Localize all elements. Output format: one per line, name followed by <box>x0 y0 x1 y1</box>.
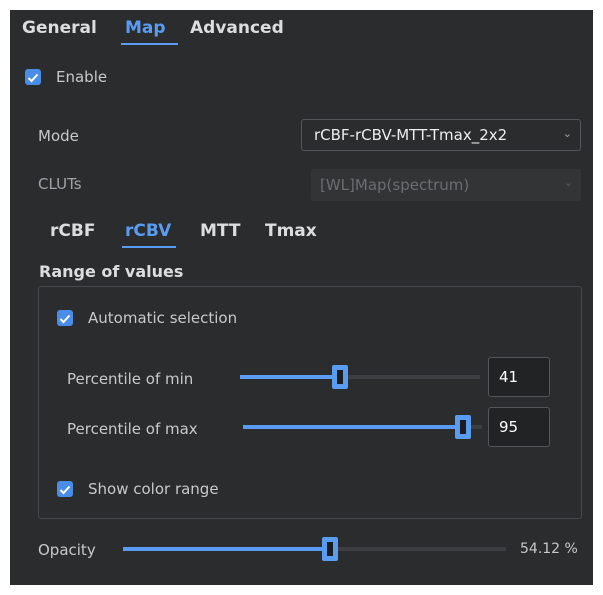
automatic-selection-label: Automatic selection <box>88 309 238 327</box>
mode-select[interactable]: rCBF-rCBV-MTT-Tmax_2x2 ⌄ <box>301 119 581 151</box>
slider-fill <box>123 547 330 551</box>
tab-rcbv[interactable]: rCBV <box>125 221 171 241</box>
mode-label: Mode <box>38 127 79 145</box>
tab-general[interactable]: General <box>22 18 97 38</box>
check-icon <box>59 309 71 328</box>
opacity-value: 54.12 % <box>520 541 578 557</box>
mode-select-value: rCBF-rCBV-MTT-Tmax_2x2 <box>314 126 508 144</box>
percentile-min-slider[interactable] <box>240 365 480 389</box>
percentile-max-label: Percentile of max <box>67 420 198 438</box>
tab-map-underline <box>121 43 178 45</box>
automatic-selection-checkbox[interactable] <box>57 310 73 326</box>
map-settings-panel: General Map Advanced Enable Mode rCBF-rC… <box>10 10 593 585</box>
percentile-max-slider[interactable] <box>243 415 482 439</box>
cluts-label: CLUTs <box>38 175 82 193</box>
enable-checkbox[interactable] <box>25 69 41 85</box>
enable-label: Enable <box>56 68 108 86</box>
show-color-range-label: Show color range <box>88 480 219 498</box>
range-of-values-title: Range of values <box>39 262 184 281</box>
cluts-select[interactable]: [WL]Map(spectrum) ⌄ <box>311 169 581 201</box>
slider-handle[interactable] <box>332 365 348 389</box>
slider-fill <box>240 375 340 379</box>
chevron-down-icon: ⌄ <box>563 176 573 189</box>
tab-rcbf[interactable]: rCBF <box>50 221 95 241</box>
tab-map[interactable]: Map <box>125 18 166 38</box>
chevron-down-icon: ⌄ <box>562 127 572 140</box>
slider-handle[interactable] <box>322 537 338 561</box>
opacity-label: Opacity <box>38 541 96 559</box>
check-icon <box>59 480 71 499</box>
tab-tmax[interactable]: Tmax <box>265 221 317 241</box>
slider-handle[interactable] <box>455 415 471 439</box>
slider-fill <box>243 425 463 429</box>
tab-advanced[interactable]: Advanced <box>190 18 284 38</box>
percentile-min-label: Percentile of min <box>67 370 194 388</box>
tab-mtt[interactable]: MTT <box>200 221 241 241</box>
percentile-min-input[interactable]: 41 <box>488 357 550 397</box>
show-color-range-checkbox[interactable] <box>57 481 73 497</box>
opacity-slider[interactable] <box>123 537 506 561</box>
tab-rcbv-underline <box>122 246 176 248</box>
cluts-select-value: [WL]Map(spectrum) <box>320 176 470 194</box>
percentile-max-input[interactable]: 95 <box>488 407 550 447</box>
check-icon <box>27 68 39 87</box>
